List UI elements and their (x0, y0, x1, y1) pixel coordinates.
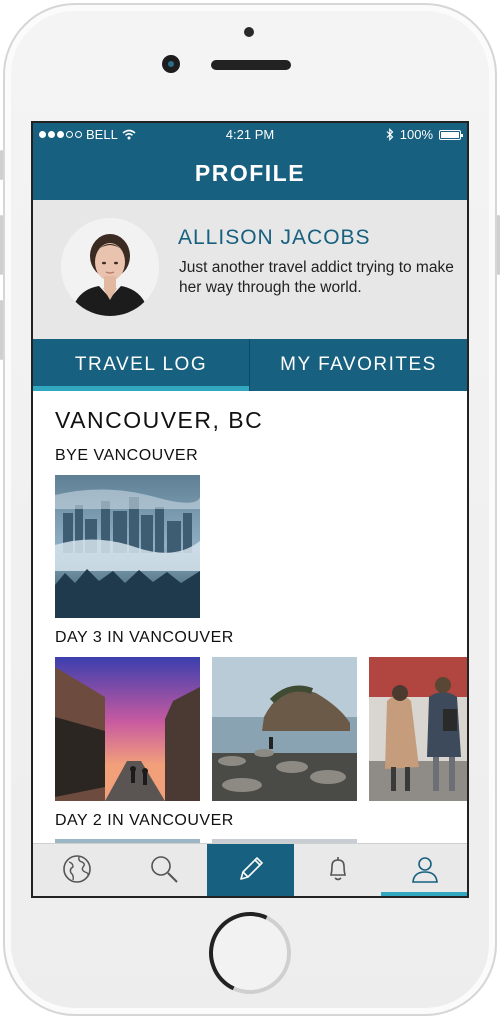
selected-tab-indicator (381, 892, 467, 896)
user-name: ALLISON JACOBS (178, 226, 371, 249)
page-title: PROFILE (33, 147, 467, 200)
post-title: DAY 3 IN VANCOUVER (55, 629, 234, 646)
tab-explore[interactable] (33, 844, 120, 896)
avatar[interactable] (61, 218, 159, 316)
globe-icon (63, 855, 91, 883)
home-button[interactable] (209, 912, 291, 994)
battery-icon (439, 129, 463, 140)
travel-log-feed[interactable]: VANCOUVER, BC BYE VANCOUVER DAY 3 IN VAN… (33, 391, 467, 843)
post-photo[interactable] (212, 657, 357, 801)
bluetooth-icon (386, 128, 394, 141)
post-photo[interactable] (55, 657, 200, 801)
bottom-tab-bar (33, 843, 467, 896)
status-right: 100% (386, 127, 463, 142)
battery-percent: 100% (399, 127, 433, 142)
user-bio: Just another travel addict trying to mak… (179, 259, 454, 296)
bell-icon (329, 857, 347, 881)
tab-search[interactable] (120, 844, 207, 896)
location-title: VANCOUVER, BC (55, 407, 264, 433)
tab-compose[interactable] (207, 844, 294, 896)
profile-tabs: TRAVEL LOG MY FAVORITES (33, 339, 467, 391)
status-bar: BELL 4:21 PM 100% (33, 123, 467, 147)
post-photo[interactable] (55, 475, 200, 618)
profile-card: ALLISON JACOBS Just another travel addic… (33, 200, 467, 339)
pencil-icon (240, 857, 263, 880)
volume-up-button (0, 215, 3, 275)
user-icon (412, 857, 438, 883)
post-photo[interactable] (369, 657, 467, 801)
volume-down-button (0, 300, 3, 360)
post-title: BYE VANCOUVER (55, 447, 199, 464)
mute-switch (0, 150, 3, 180)
tab-my-favorites[interactable]: MY FAVORITES (250, 339, 467, 391)
app-screen: BELL 4:21 PM 100% PROFILE ALLISON JACOBS… (31, 121, 469, 898)
post-title: DAY 2 IN VANCOUVER (55, 812, 234, 829)
tab-notifications[interactable] (294, 844, 381, 896)
search-icon (151, 856, 178, 883)
proximity-sensor (244, 27, 254, 37)
tab-travel-log[interactable]: TRAVEL LOG (33, 339, 250, 391)
front-camera (162, 55, 180, 73)
tab-profile[interactable] (381, 844, 467, 896)
earpiece-speaker (211, 60, 291, 70)
